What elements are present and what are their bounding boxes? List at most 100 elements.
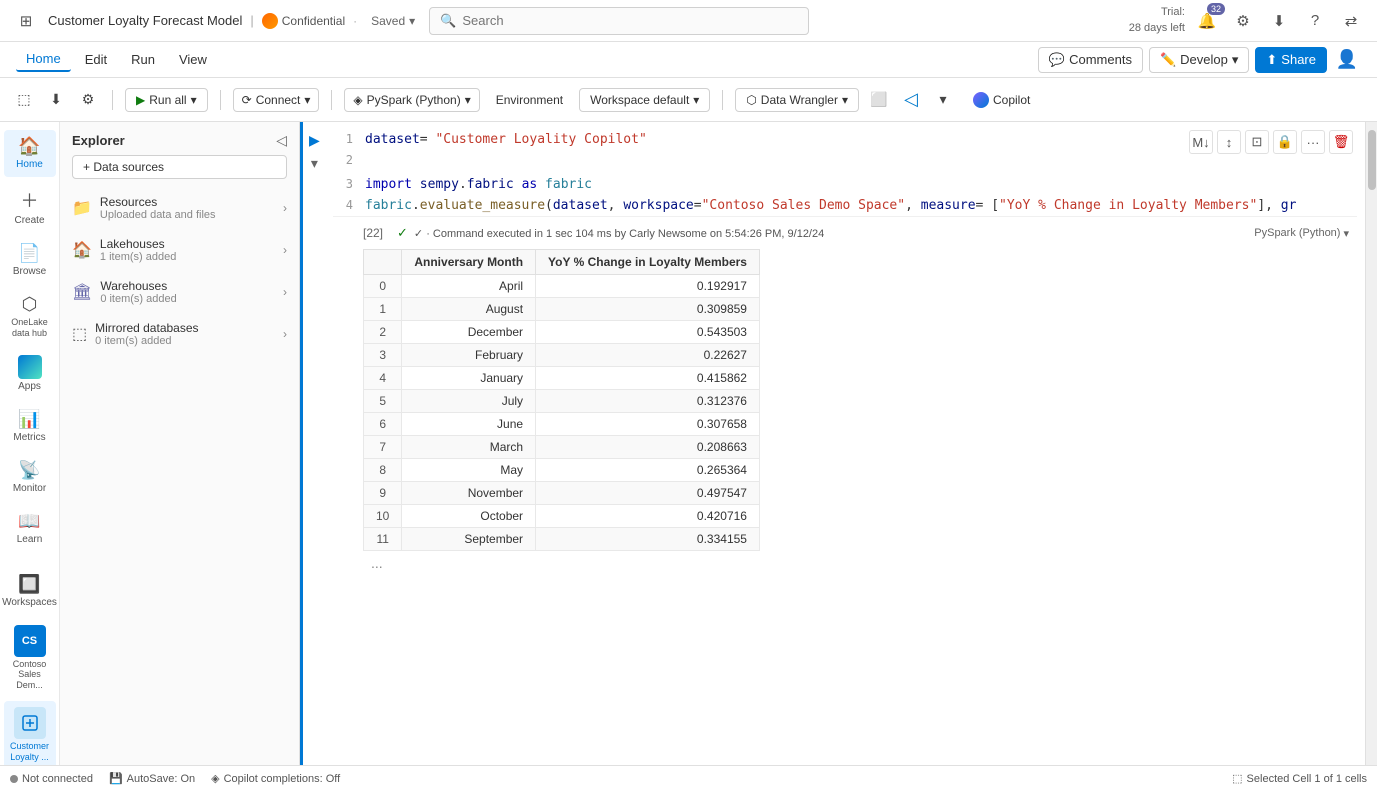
pyspark-button[interactable]: ◈ PySpark (Python) ▾ bbox=[344, 88, 479, 112]
not-connected-label: Not connected bbox=[22, 773, 93, 785]
user-icon[interactable]: 👤 bbox=[1333, 46, 1361, 74]
create-nav-label: Create bbox=[14, 215, 44, 227]
menu-tab-home[interactable]: Home bbox=[16, 47, 71, 72]
nav-item-learn[interactable]: 📖 Learn bbox=[4, 505, 56, 552]
explorer-item-lakehouses[interactable]: 🏠 Lakehouses 1 item(s) added › bbox=[60, 229, 299, 271]
table-cell-month: January bbox=[402, 367, 536, 390]
run-all-button[interactable]: ▶ Run all ▾ bbox=[125, 88, 208, 112]
status-copilot-completions: ◈ Copilot completions: Off bbox=[211, 772, 340, 785]
separator: | bbox=[250, 13, 253, 28]
code-text-4: fabric.evaluate_measure(dataset, workspa… bbox=[365, 196, 1297, 217]
main-layout: 🏠 Home ＋ Create 📄 Browse ⬡ OneLakedata h… bbox=[0, 122, 1377, 765]
search-icon: 🔍 bbox=[440, 13, 456, 29]
menu-tab-edit[interactable]: Edit bbox=[75, 48, 117, 71]
table-cell-idx: 5 bbox=[364, 390, 402, 413]
separator2: · bbox=[353, 14, 357, 28]
explorer-item-warehouses[interactable]: 🏛 Warehouses 0 item(s) added › bbox=[60, 271, 299, 313]
workspace-button[interactable]: Workspace default ▾ bbox=[579, 88, 710, 112]
mirrored-chevron-icon: › bbox=[283, 327, 287, 341]
menu-tab-view[interactable]: View bbox=[169, 48, 217, 71]
menu-tab-run[interactable]: Run bbox=[121, 48, 165, 71]
table-cell-month: August bbox=[402, 298, 536, 321]
explorer-item-warehouses-left: 🏛 Warehouses 0 item(s) added bbox=[72, 279, 177, 305]
copilot-button[interactable]: Copilot bbox=[963, 88, 1040, 112]
move-down-icon[interactable]: ⬇ bbox=[44, 88, 68, 112]
nav-item-browse[interactable]: 📄 Browse bbox=[4, 237, 56, 284]
table-cell-value: 0.309859 bbox=[536, 298, 760, 321]
nav-item-home[interactable]: 🏠 Home bbox=[4, 130, 56, 177]
data-wrangler-button[interactable]: ⬡ Data Wrangler ▾ bbox=[735, 88, 859, 112]
nav-item-onelake[interactable]: ⬡ OneLakedata hub bbox=[4, 288, 56, 345]
search-input[interactable] bbox=[462, 13, 798, 28]
download-icon[interactable]: ⬇ bbox=[1265, 7, 1293, 35]
code-area: M↓ ↕ ⊡ 🔒 ··· 🗑 ▶ ▾ bbox=[303, 122, 1365, 765]
add-data-sources-button[interactable]: + Data sources bbox=[72, 155, 287, 179]
environment-button[interactable]: Environment bbox=[488, 89, 571, 111]
nav-item-customer-loyalty[interactable]: CustomerLoyalty ... bbox=[4, 701, 56, 765]
learn-nav-icon: 📖 bbox=[18, 511, 40, 532]
vscode-icon[interactable]: ◁ bbox=[899, 88, 923, 112]
resources-item-name: Resources bbox=[100, 195, 216, 209]
trial-line2: 28 days left bbox=[1129, 21, 1185, 36]
search-bar[interactable]: 🔍 bbox=[429, 7, 809, 35]
help-icon[interactable]: ? bbox=[1301, 7, 1329, 35]
table-header-yoy: YoY % Change in Loyalty Members bbox=[536, 250, 760, 275]
pyspark-chevron: ▾ bbox=[465, 93, 471, 107]
develop-button[interactable]: ✏️ Develop ▾ bbox=[1149, 47, 1249, 73]
settings-icon[interactable]: ⚙ bbox=[1229, 7, 1257, 35]
cell-tool-md[interactable]: M↓ bbox=[1189, 130, 1213, 154]
explorer-collapse-button[interactable]: ◁ bbox=[276, 132, 287, 149]
run-all-label: Run all bbox=[149, 93, 186, 107]
resources-chevron-icon: › bbox=[283, 201, 287, 215]
cell-tool-more[interactable]: ··· bbox=[1301, 130, 1325, 154]
run-cell-down-button[interactable]: ▾ bbox=[309, 153, 320, 174]
warehouses-chevron-icon: › bbox=[283, 285, 287, 299]
nav-item-metrics[interactable]: 📊 Metrics bbox=[4, 403, 56, 450]
explorer-item-mirrored-left: ⬚ Mirrored databases 0 item(s) added bbox=[72, 321, 199, 347]
scrollbar-thumb[interactable] bbox=[1368, 130, 1376, 190]
cell-run-controls: ▶ ▾ bbox=[303, 130, 326, 174]
expand-icon: ↕ bbox=[1226, 135, 1233, 150]
nav-item-apps[interactable]: Apps bbox=[4, 349, 56, 399]
connect-button[interactable]: ⟳ Connect ▾ bbox=[233, 88, 320, 112]
mirrored-item-sub: 0 item(s) added bbox=[95, 335, 198, 347]
pyspark-badge-label: PySpark (Python) bbox=[1254, 227, 1340, 239]
saved-button[interactable]: Saved ▾ bbox=[365, 12, 421, 30]
cell-tool-copy[interactable]: ⊡ bbox=[1245, 130, 1269, 154]
code-line-1: 1 dataset= "Customer Loyality Copilot" bbox=[333, 130, 1297, 151]
mirrored-icon: ⬚ bbox=[72, 324, 87, 344]
table-cell-idx: 6 bbox=[364, 413, 402, 436]
cell-tool-lock[interactable]: 🔒 bbox=[1273, 130, 1297, 154]
share-button[interactable]: ⬆ Share bbox=[1255, 47, 1327, 73]
run-cell-button[interactable]: ▶ bbox=[307, 130, 322, 151]
feedback-icon[interactable]: ⇄ bbox=[1337, 7, 1365, 35]
table-cell-month: July bbox=[402, 390, 536, 413]
table-cell-idx: 2 bbox=[364, 321, 402, 344]
table-cell-value: 0.497547 bbox=[536, 482, 760, 505]
cell-settings-icon[interactable]: ⚙ bbox=[76, 88, 100, 112]
nav-item-contoso[interactable]: CS ContosoSales Dem... bbox=[4, 619, 56, 697]
comments-button[interactable]: 💬 Comments bbox=[1038, 47, 1143, 73]
autosave-label: AutoSave: On bbox=[127, 773, 196, 785]
home-nav-icon: 🏠 bbox=[18, 136, 40, 157]
explorer-item-resources[interactable]: 📁 Resources Uploaded data and files › bbox=[60, 187, 299, 229]
table-cell-idx: 10 bbox=[364, 505, 402, 528]
table-cell-month: May bbox=[402, 459, 536, 482]
table-cell-month: June bbox=[402, 413, 536, 436]
cell-tool-expand[interactable]: ↕ bbox=[1217, 130, 1241, 154]
customer-loyalty-nav-label: CustomerLoyalty ... bbox=[10, 741, 49, 763]
cell-tool-delete[interactable]: 🗑 bbox=[1329, 130, 1353, 154]
cell-type-icon[interactable]: ⬚ bbox=[12, 88, 36, 112]
right-scrollbar[interactable] bbox=[1365, 122, 1377, 765]
nav-item-create[interactable]: ＋ Create bbox=[4, 181, 56, 233]
connect-chevron: ▾ bbox=[304, 93, 310, 107]
waffle-menu-icon[interactable]: ⊞ bbox=[12, 7, 40, 35]
more-options-dots[interactable]: ... bbox=[363, 551, 1349, 575]
line-num-3: 3 bbox=[333, 175, 353, 194]
notifications-icon[interactable]: 🔔 32 bbox=[1193, 7, 1221, 35]
nav-item-workspaces[interactable]: 🔲 Workspaces bbox=[4, 568, 56, 615]
explorer-item-mirrored[interactable]: ⬚ Mirrored databases 0 item(s) added › bbox=[60, 313, 299, 355]
vscode-menu-icon[interactable]: ▾ bbox=[931, 88, 955, 112]
nav-item-monitor[interactable]: 📡 Monitor bbox=[4, 454, 56, 501]
notebook-view-icon[interactable]: ⬜ bbox=[867, 88, 891, 112]
